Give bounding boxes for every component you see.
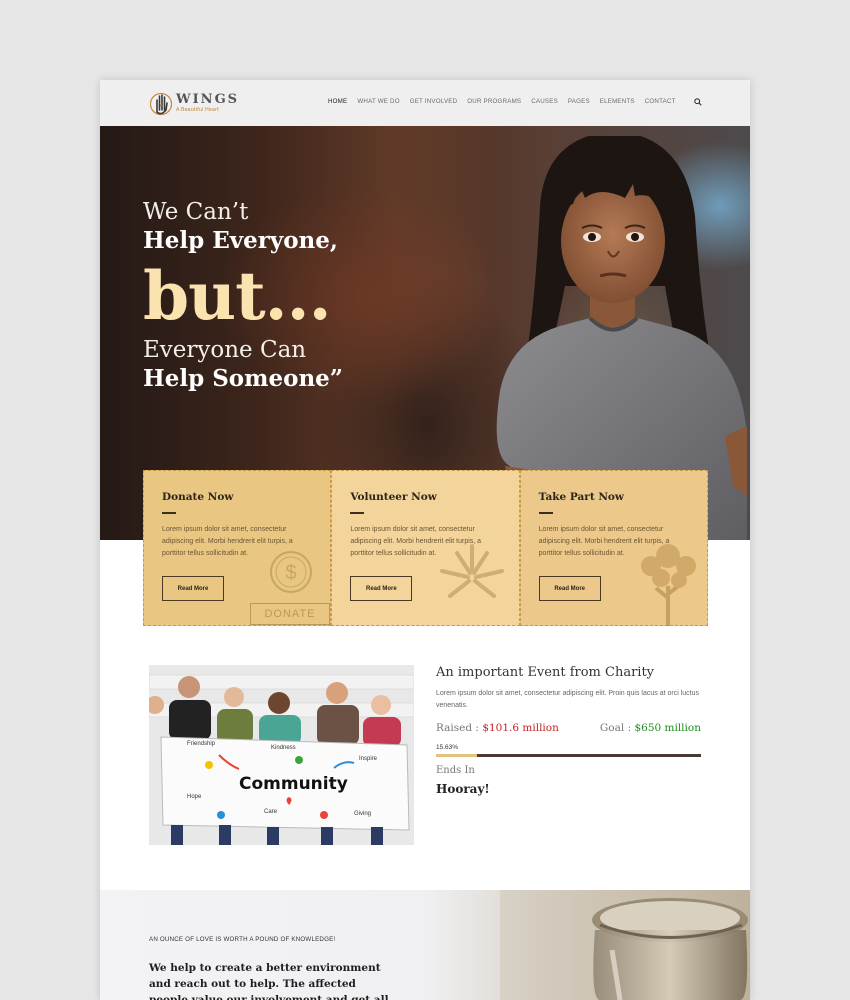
card-title: Donate Now xyxy=(162,491,234,503)
nav-item-causes[interactable]: CAUSES xyxy=(531,98,558,105)
community-photo: Friendship Kindness Inspire Community Ho… xyxy=(149,665,414,845)
helping-hands-icon xyxy=(440,544,505,598)
read-more-button[interactable]: Read More xyxy=(538,576,601,601)
read-more-button[interactable]: Read More xyxy=(350,576,413,601)
banner-word: Kindness xyxy=(271,745,296,751)
read-more-button[interactable]: Read More xyxy=(162,576,224,601)
page: WINGS A Beautiful Heart HOME WHAT WE DO … xyxy=(100,80,750,1000)
banner-word: Care xyxy=(264,809,278,815)
section-kicker: AN OUNCE OF LOVE IS WORTH A POUND OF KNO… xyxy=(149,936,336,943)
svg-text:$: $ xyxy=(285,562,296,584)
hand-heart-icon xyxy=(150,92,172,116)
banner-word: Friendship xyxy=(187,741,216,747)
progress-fill xyxy=(436,754,478,757)
divider xyxy=(350,512,365,514)
fundraising-stats: Raised : $101.6 million Goal : $650 mill… xyxy=(436,722,701,734)
card-title: Volunteer Now xyxy=(350,491,437,503)
progress-percent: 15.63% xyxy=(436,744,459,751)
action-cards: Donate Now Lorem ipsum dolor sit amet, c… xyxy=(143,470,708,626)
event-summary: An important Event from Charity Lorem ip… xyxy=(436,665,701,796)
about-section: AN OUNCE OF LOVE IS WORTH A POUND OF KNO… xyxy=(100,890,750,1000)
nav-item-contact[interactable]: CONTACT xyxy=(645,98,676,105)
hero-line-2: Help Everyone, xyxy=(143,227,338,254)
banner-word: Giving xyxy=(354,811,371,817)
hero-line-3: but... xyxy=(143,257,332,335)
site-header: WINGS A Beautiful Heart HOME WHAT WE DO … xyxy=(100,80,750,126)
people-holding-banner: Friendship Kindness Inspire Community Ho… xyxy=(149,665,414,845)
brand-name: WINGS xyxy=(176,92,240,107)
event-title[interactable]: An important Event from Charity xyxy=(436,665,701,680)
card-take-part: Take Part Now Lorem ipsum dolor sit amet… xyxy=(519,470,708,626)
goal-value: $650 million xyxy=(634,722,701,734)
hero-line-1: We Can’t xyxy=(143,199,249,225)
raised-label: Raised : xyxy=(436,722,483,734)
hero-quote: We Can’t Help Everyone, but... Everyone … xyxy=(143,198,343,394)
card-volunteer: Volunteer Now Lorem ipsum dolor sit amet… xyxy=(331,470,520,626)
brand-tagline: A Beautiful Heart xyxy=(176,107,219,113)
raised-stat: Raised : $101.6 million xyxy=(436,722,559,734)
section-text: We help to create a better environment a… xyxy=(149,962,389,1000)
goal-stat: Goal : $650 million xyxy=(600,722,701,734)
ends-value: Hooray! xyxy=(436,782,490,796)
hero-line-5: Help Someone” xyxy=(143,365,344,392)
hero-line-4: Everyone Can xyxy=(143,337,307,363)
ends-label: Ends In xyxy=(436,765,475,776)
progress-bar xyxy=(436,754,701,757)
search-icon[interactable] xyxy=(694,98,702,106)
divider xyxy=(162,512,176,514)
nav-item-our-programs[interactable]: OUR PROGRAMS xyxy=(467,98,521,105)
nav-item-get-involved[interactable]: GET INVOLVED xyxy=(410,98,458,105)
divider xyxy=(538,512,553,514)
nav-item-elements[interactable]: ELEMENTS xyxy=(600,98,635,105)
heart-tree-icon xyxy=(640,544,696,626)
banner-word: Inspire xyxy=(359,756,378,762)
dollar-coin-icon: $ xyxy=(270,551,312,593)
card-donate: Donate Now Lorem ipsum dolor sit amet, c… xyxy=(143,470,332,626)
raised-value: $101.6 million xyxy=(482,722,559,734)
banner-word: Hope xyxy=(187,794,202,800)
event-description: Lorem ipsum dolor sit amet, consectetur … xyxy=(436,690,700,709)
banner-word: Community xyxy=(239,774,348,794)
card-title: Take Part Now xyxy=(538,491,624,503)
nav-item-what-we-do[interactable]: WHAT WE DO xyxy=(357,98,399,105)
site-logo[interactable]: WINGS A Beautiful Heart xyxy=(150,88,239,118)
goal-label: Goal : xyxy=(599,722,635,734)
main-nav: HOME WHAT WE DO GET INVOLVED OUR PROGRAM… xyxy=(328,98,676,105)
nav-item-pages[interactable]: PAGES xyxy=(568,98,590,105)
donate-stamp: DONATE xyxy=(250,603,330,625)
jar-photo xyxy=(500,890,750,1000)
nav-item-home[interactable]: HOME xyxy=(328,98,347,105)
